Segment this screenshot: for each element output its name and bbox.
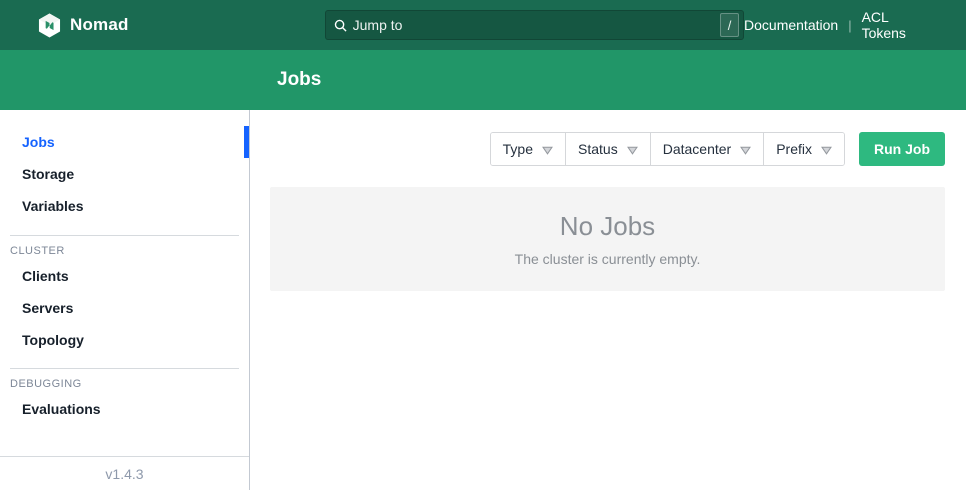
version-label: v1.4.3 — [105, 466, 143, 482]
chevron-down-icon — [542, 142, 553, 158]
sidebar-item-storage[interactable]: Storage — [0, 158, 249, 190]
sidebar-section-cluster: CLUSTER — [10, 245, 249, 257]
status-filter-dropdown[interactable]: Status — [565, 133, 650, 165]
sidebar-item-label: Storage — [22, 166, 74, 182]
empty-state: No Jobs The cluster is currently empty. — [270, 187, 945, 291]
sidebar-item-label: Clients — [22, 268, 69, 284]
nomad-logo-icon — [38, 13, 61, 38]
run-job-button[interactable]: Run Job — [859, 132, 945, 166]
filter-label: Datacenter — [663, 141, 731, 157]
sidebar-divider — [10, 368, 239, 369]
filter-label: Status — [578, 141, 618, 157]
sidebar: Jobs Storage Variables CLUSTER Clients S… — [0, 110, 250, 490]
brand-name: Nomad — [70, 15, 129, 35]
chevron-down-icon — [821, 142, 832, 158]
documentation-link[interactable]: Documentation — [744, 17, 838, 33]
sidebar-item-label: Variables — [22, 198, 84, 214]
type-filter-dropdown[interactable]: Type — [491, 133, 565, 165]
sidebar-section-debugging: DEBUGGING — [10, 378, 249, 390]
navbar-links: Documentation | ACL Tokens — [744, 9, 936, 41]
filter-label: Type — [503, 141, 533, 157]
prefix-filter-dropdown[interactable]: Prefix — [763, 133, 844, 165]
sidebar-divider — [10, 235, 239, 236]
search-icon — [334, 19, 347, 32]
main-content: Type Status Datacenter — [250, 110, 966, 490]
filter-group: Type Status Datacenter — [490, 132, 845, 166]
page-title: Jobs — [277, 69, 321, 91]
chevron-down-icon — [627, 142, 638, 158]
empty-state-message: The cluster is currently empty. — [515, 251, 701, 267]
sidebar-item-servers[interactable]: Servers — [0, 292, 249, 324]
sidebar-item-variables[interactable]: Variables — [0, 190, 249, 222]
sidebar-item-evaluations[interactable]: Evaluations — [0, 393, 249, 425]
sidebar-item-jobs[interactable]: Jobs — [0, 126, 249, 158]
nomad-brand[interactable]: Nomad — [38, 13, 129, 38]
sidebar-item-label: Jobs — [22, 134, 55, 150]
search-input[interactable] — [353, 17, 715, 33]
page-header: Jobs — [0, 50, 966, 110]
empty-state-title: No Jobs — [560, 211, 655, 242]
sidebar-footer: v1.4.3 — [0, 456, 249, 490]
filter-label: Prefix — [776, 141, 812, 157]
acl-tokens-link[interactable]: ACL Tokens — [862, 9, 936, 41]
sidebar-item-label: Evaluations — [22, 401, 101, 417]
jobs-toolbar: Type Status Datacenter — [270, 132, 945, 166]
sidebar-item-label: Topology — [22, 332, 84, 348]
active-indicator — [244, 126, 249, 158]
top-navbar: Nomad / Documentation | ACL Tokens — [0, 0, 966, 50]
link-separator: | — [848, 18, 851, 33]
sidebar-item-topology[interactable]: Topology — [0, 324, 249, 356]
jump-to-search[interactable]: / — [325, 10, 744, 40]
chevron-down-icon — [740, 142, 751, 158]
datacenter-filter-dropdown[interactable]: Datacenter — [650, 133, 763, 165]
sidebar-item-label: Servers — [22, 300, 73, 316]
keyboard-shortcut-badge: / — [720, 13, 739, 37]
sidebar-item-clients[interactable]: Clients — [0, 260, 249, 292]
